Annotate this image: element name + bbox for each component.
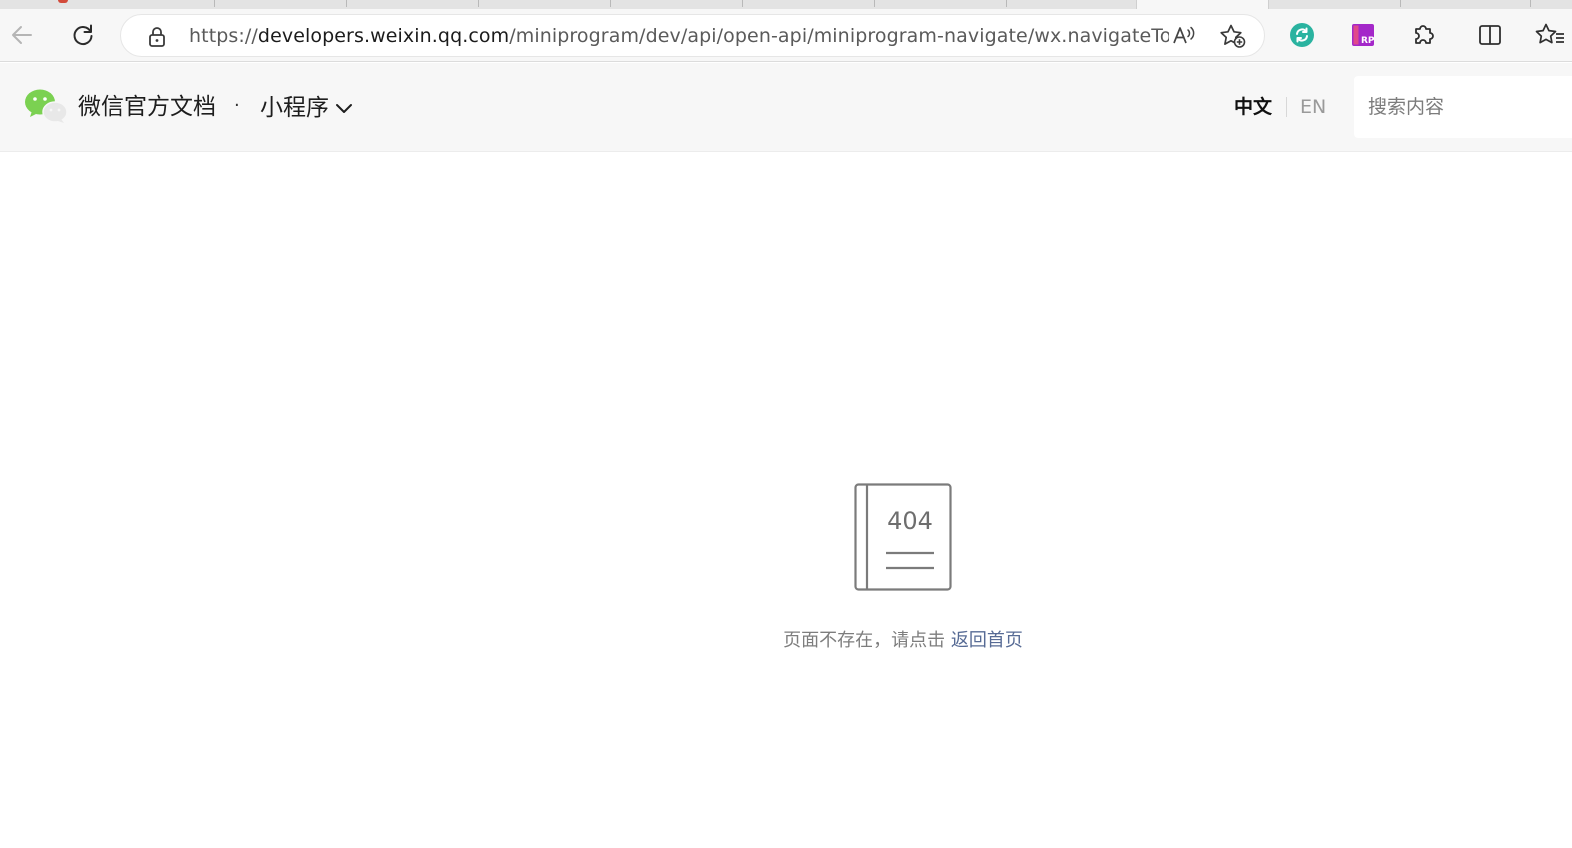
tab-separator: [214, 0, 215, 7]
tab-separator: [1400, 0, 1401, 7]
split-screen-icon: [1479, 25, 1501, 45]
book-404-icon: 404: [854, 483, 952, 591]
add-favorite-icon: [1220, 24, 1246, 48]
address-bar[interactable]: https://developers.weixin.qq.com/minipro…: [120, 14, 1265, 57]
extensions-puzzle-icon: [1415, 25, 1434, 44]
read-aloud-button[interactable]: [1167, 19, 1201, 53]
product-label: 小程序: [260, 94, 329, 121]
add-favorite-button[interactable]: [1216, 19, 1250, 53]
error-message-text: 页面不存在，请点击: [783, 630, 951, 651]
url-path: /miniprogram/dev/api/open-api/miniprogra…: [509, 25, 1169, 47]
read-aloud-icon: [1173, 26, 1195, 44]
site-header: 微信官方文档 · 小程序 中文 EN: [0, 63, 1572, 152]
sync-extension-button[interactable]: [1284, 17, 1320, 53]
tab-separator: [610, 0, 611, 7]
lang-zh-link[interactable]: 中文: [1234, 63, 1272, 152]
site-brand[interactable]: 微信官方文档: [78, 63, 216, 152]
tab-strip: [0, 0, 1572, 9]
error-code: 404: [887, 507, 933, 535]
tab-favicon: [58, 0, 68, 3]
favorites-icon: [1535, 23, 1564, 44]
tab-separator: [478, 0, 479, 7]
url-scheme: https://: [189, 25, 258, 47]
browser-toolbar: https://developers.weixin.qq.com/minipro…: [0, 9, 1572, 62]
not-found-illustration: 404: [854, 483, 953, 597]
svg-text:RP: RP: [1361, 36, 1375, 46]
tab-separator: [742, 0, 743, 7]
favorites-button[interactable]: [1532, 17, 1568, 53]
tab-separator: [874, 0, 875, 7]
extensions-button[interactable]: [1405, 17, 1441, 53]
tab-separator: [346, 0, 347, 7]
tab-separator: [1006, 0, 1007, 7]
wechat-logo-icon: [25, 89, 68, 123]
sync-extension-icon: [1290, 23, 1314, 47]
brand-separator: ·: [234, 95, 240, 116]
search-input[interactable]: [1354, 76, 1572, 138]
lang-divider: [1286, 97, 1287, 117]
back-home-link[interactable]: 返回首页: [951, 630, 1023, 651]
wechat-logo[interactable]: [24, 88, 68, 128]
url-text[interactable]: https://developers.weixin.qq.com/minipro…: [189, 15, 1169, 58]
active-tab[interactable]: [1136, 0, 1269, 9]
rp-extension-button[interactable]: RP: [1345, 17, 1381, 53]
split-screen-button[interactable]: [1472, 17, 1508, 53]
back-arrow-icon: [12, 26, 32, 44]
refresh-icon: [73, 24, 93, 45]
back-button[interactable]: [4, 17, 40, 53]
chevron-down-icon: [336, 103, 352, 113]
product-dropdown[interactable]: 小程序: [260, 63, 353, 152]
lock-icon[interactable]: [147, 26, 167, 52]
refresh-button[interactable]: [65, 17, 101, 53]
error-message: 页面不存在，请点击 返回首页: [0, 626, 1572, 652]
lang-en-link[interactable]: EN: [1300, 63, 1326, 152]
tab-separator: [1530, 0, 1531, 7]
url-host: developers.weixin.qq.com: [257, 25, 510, 47]
rp-extension-icon: RP: [1352, 24, 1375, 46]
